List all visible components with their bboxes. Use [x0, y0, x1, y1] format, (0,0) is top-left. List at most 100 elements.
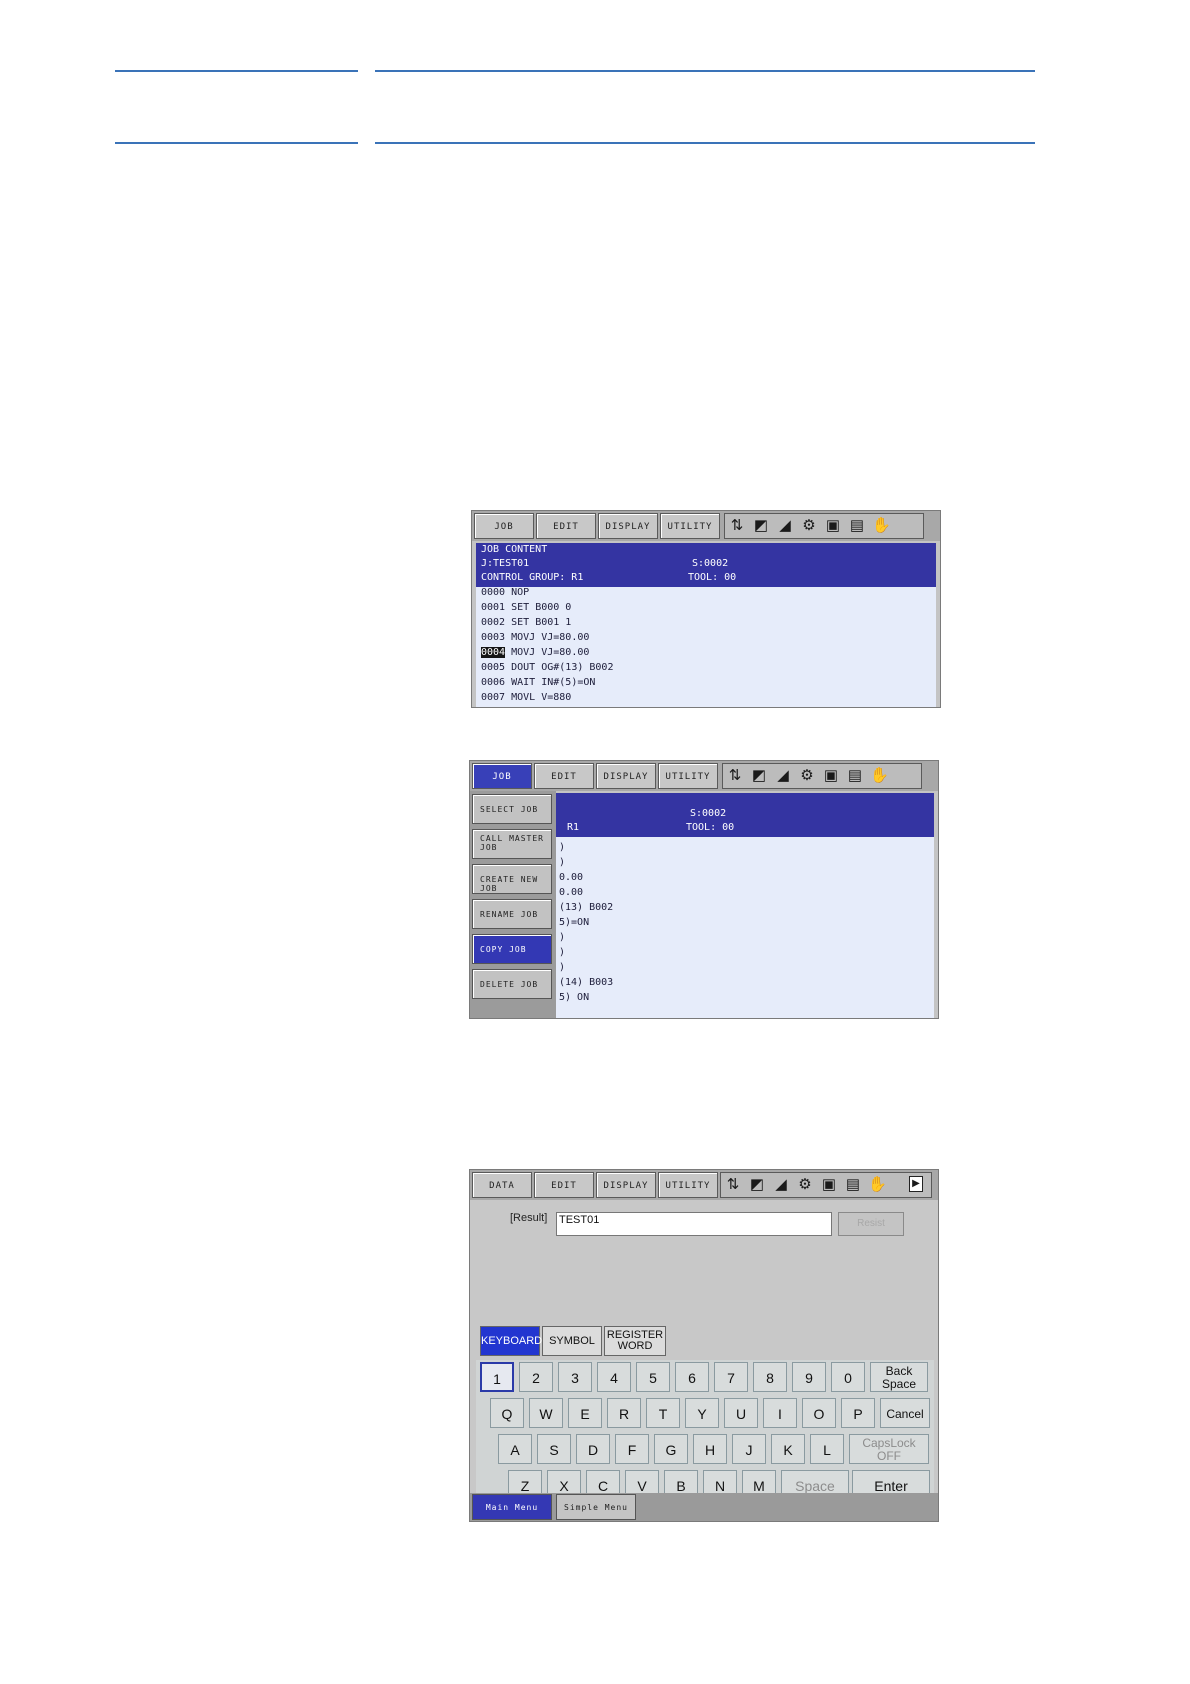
job-line-fragment: ): [559, 947, 566, 958]
job-line-cursor[interactable]: 0004 MOVJ VJ=80.00: [481, 647, 589, 658]
job-line[interactable]: 0007 MOVL V=880: [481, 692, 571, 703]
tab-display[interactable]: DISPLAY: [596, 763, 656, 789]
signal-icon: ◢: [777, 767, 789, 784]
tab-display[interactable]: DISPLAY: [596, 1172, 656, 1198]
hand-icon: ✋: [872, 517, 891, 534]
job-line[interactable]: 0002 SET B001 1: [481, 617, 571, 628]
camera-icon: ▣: [823, 767, 839, 784]
job-menu-screenshot: JOB EDIT DISPLAY UTILITY ⇅ ◩ ◢ ⚙ ▣ ▤ ✋ S…: [469, 760, 939, 1019]
job-pulldown-menu: SELECT JOB CALL MASTER JOB CREATE NEW JO…: [470, 791, 556, 1018]
tab-symbol[interactable]: SYMBOL: [542, 1326, 602, 1356]
job-line-fragment: ): [559, 962, 566, 973]
menu-copy-job[interactable]: COPY JOB: [472, 934, 552, 964]
job-content-screenshot: JOB EDIT DISPLAY UTILITY ⇅ ◩ ◢ ⚙ ▣ ▤ ✋ J…: [471, 510, 941, 708]
menu-rename-job[interactable]: RENAME JOB: [472, 899, 552, 929]
tab-edit[interactable]: EDIT: [534, 1172, 594, 1198]
key-0[interactable]: 0: [831, 1362, 865, 1392]
key-e[interactable]: E: [568, 1398, 602, 1428]
main-menu-button[interactable]: Main Menu: [472, 1494, 552, 1520]
tab-register-word[interactable]: REGISTER WORD: [604, 1326, 666, 1356]
key-f[interactable]: F: [615, 1434, 649, 1464]
key-l[interactable]: L: [810, 1434, 844, 1464]
menu-select-job[interactable]: SELECT JOB: [472, 794, 552, 824]
key-grid: 1 2 3 4 5 6 7 8 9 0 Back Space Q W E R T…: [476, 1360, 934, 1512]
key-9[interactable]: 9: [792, 1362, 826, 1392]
key-u[interactable]: U: [724, 1398, 758, 1428]
job-line[interactable]: 0003 MOVJ VJ=80.00: [481, 632, 589, 643]
job-line-fragment: ): [559, 857, 566, 868]
help-icon: ◩: [753, 517, 769, 534]
key-w[interactable]: W: [529, 1398, 563, 1428]
tab-data[interactable]: DATA: [472, 1172, 532, 1198]
display-icon: ▤: [847, 767, 863, 784]
status-icons: ⇅ ◩ ◢ ⚙ ▣ ▤ ✋: [724, 513, 924, 539]
job-title: JOB CONTENT: [481, 544, 548, 555]
menu-call-master-job[interactable]: CALL MASTER JOB: [472, 829, 552, 859]
key-g[interactable]: G: [654, 1434, 688, 1464]
key-backspace[interactable]: Back Space: [870, 1362, 928, 1392]
menu-tab-bar: JOB EDIT DISPLAY UTILITY ⇅ ◩ ◢ ⚙ ▣ ▤ ✋: [470, 761, 938, 791]
arrows-icon: ⇅: [728, 767, 742, 784]
key-k[interactable]: K: [771, 1434, 805, 1464]
top-rule-right-1: [375, 70, 1035, 72]
tab-edit[interactable]: EDIT: [534, 763, 594, 789]
key-1[interactable]: 1: [480, 1362, 514, 1392]
tab-job[interactable]: JOB: [472, 763, 532, 789]
key-cancel[interactable]: Cancel: [880, 1398, 930, 1428]
job-line-fragment: (14) B003: [559, 977, 614, 988]
top-rule-right-2: [375, 142, 1035, 144]
menu-delete-job[interactable]: DELETE JOB: [472, 969, 552, 999]
key-3[interactable]: 3: [558, 1362, 592, 1392]
bottom-menu-bar: Main Menu Simple Menu: [470, 1493, 938, 1521]
tab-keyboard[interactable]: KEYBOARD: [480, 1326, 542, 1356]
key-s[interactable]: S: [537, 1434, 571, 1464]
key-i[interactable]: I: [763, 1398, 797, 1428]
key-p[interactable]: P: [841, 1398, 875, 1428]
display-icon: ▤: [845, 1176, 861, 1193]
hand-icon: ✋: [868, 1176, 887, 1193]
keyboard-screenshot: DATA EDIT DISPLAY UTILITY ⇅ ◩ ◢ ⚙ ▣ ▤ ✋ …: [469, 1169, 939, 1522]
key-8[interactable]: 8: [753, 1362, 787, 1392]
menu-create-new-job[interactable]: CREATE NEW JOB: [472, 864, 552, 894]
key-2[interactable]: 2: [519, 1362, 553, 1392]
job-line-fragment: 5)=ON: [559, 917, 590, 928]
key-j[interactable]: J: [732, 1434, 766, 1464]
key-y[interactable]: Y: [685, 1398, 719, 1428]
tab-edit[interactable]: EDIT: [536, 513, 596, 539]
key-4[interactable]: 4: [597, 1362, 631, 1392]
tab-display[interactable]: DISPLAY: [598, 513, 658, 539]
key-a[interactable]: A: [498, 1434, 532, 1464]
tool-number: TOOL: 00: [688, 572, 737, 583]
key-6[interactable]: 6: [675, 1362, 709, 1392]
key-t[interactable]: T: [646, 1398, 680, 1428]
job-line[interactable]: 0001 SET B000 0: [481, 602, 571, 613]
status-icons: ⇅ ◩ ◢ ⚙ ▣ ▤ ✋ ▶: [720, 1172, 932, 1198]
key-h[interactable]: H: [693, 1434, 727, 1464]
key-r[interactable]: R: [607, 1398, 641, 1428]
key-q[interactable]: Q: [490, 1398, 524, 1428]
result-input[interactable]: TEST01: [556, 1212, 832, 1236]
job-line-fragment: 5) ON: [559, 992, 590, 1003]
job-line[interactable]: 0005 DOUT OG#(13) B002: [481, 662, 613, 673]
menu-tab-bar: JOB EDIT DISPLAY UTILITY ⇅ ◩ ◢ ⚙ ▣ ▤ ✋: [472, 511, 940, 541]
job-line[interactable]: 0000 NOP: [481, 587, 529, 598]
signal-icon: ◢: [779, 517, 791, 534]
key-d[interactable]: D: [576, 1434, 610, 1464]
top-rule-left-2: [115, 142, 358, 144]
job-line[interactable]: 0006 WAIT IN#(5)=ON: [481, 677, 595, 688]
control-group: CONTROL GROUP: R1: [481, 572, 584, 583]
job-line-fragment: (13) B002: [559, 902, 614, 913]
tab-utility[interactable]: UTILITY: [658, 763, 718, 789]
tab-job[interactable]: JOB: [474, 513, 534, 539]
simple-menu-button[interactable]: Simple Menu: [556, 1494, 636, 1520]
page-arrow-icon[interactable]: ▶: [909, 1176, 923, 1192]
robot-icon: ⚙: [800, 767, 814, 784]
tab-utility[interactable]: UTILITY: [660, 513, 720, 539]
help-icon: ◩: [749, 1176, 765, 1193]
key-5[interactable]: 5: [636, 1362, 670, 1392]
tab-utility[interactable]: UTILITY: [658, 1172, 718, 1198]
key-o[interactable]: O: [802, 1398, 836, 1428]
key-capslock[interactable]: CapsLock OFF: [849, 1434, 929, 1464]
job-lines: 0000 NOP 0001 SET B000 0 0002 SET B001 1…: [476, 587, 936, 707]
key-7[interactable]: 7: [714, 1362, 748, 1392]
